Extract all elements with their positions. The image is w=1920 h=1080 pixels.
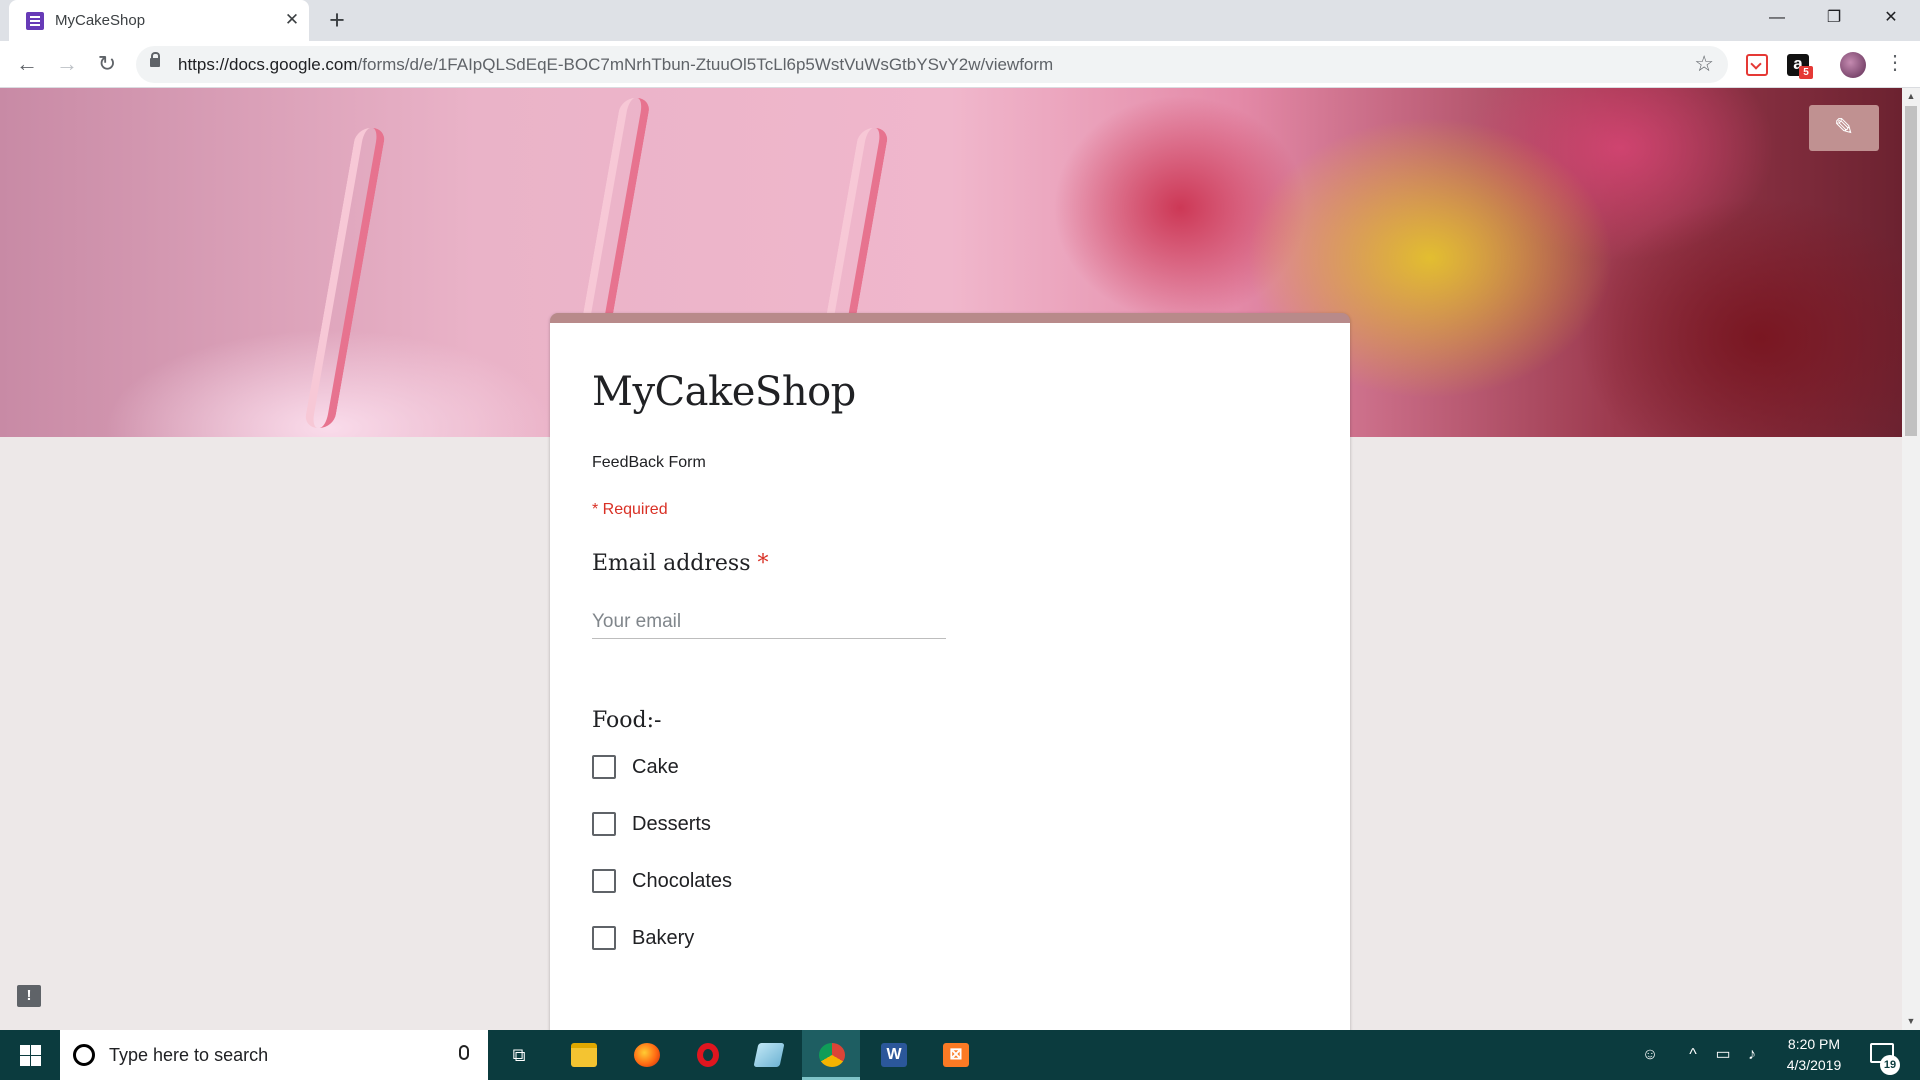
page-scrollbar[interactable]: ▲ ▼ xyxy=(1902,88,1920,1030)
candle-decoration xyxy=(303,128,387,428)
checkbox[interactable] xyxy=(592,869,616,893)
scroll-down-arrow-icon[interactable]: ▼ xyxy=(1902,1013,1920,1030)
windows-taskbar: Type here to search ⧉ W ⊠ ☺ ^ ▭ ♪ 8:20 P… xyxy=(0,1030,1920,1080)
lock-icon[interactable] xyxy=(150,52,160,67)
form-card: MyCakeShop FeedBack Form * Required Emai… xyxy=(550,313,1350,1030)
email-question-title: Email address * xyxy=(592,551,769,576)
tab-strip: MyCakeShop ✕ + — ❐ ✕ xyxy=(0,0,1920,41)
report-feedback-icon[interactable]: ! xyxy=(17,985,41,1007)
close-window-button[interactable]: ✕ xyxy=(1868,0,1914,36)
edit-icon[interactable]: ✎ xyxy=(1809,105,1879,151)
required-note: * Required xyxy=(592,501,668,518)
notepad-icon[interactable] xyxy=(739,1030,797,1080)
chrome-icon[interactable] xyxy=(802,1030,860,1080)
reload-icon[interactable]: ↻ xyxy=(92,49,122,79)
file-explorer-icon[interactable] xyxy=(554,1030,612,1080)
clock-date: 4/3/2019 xyxy=(1786,1057,1842,1073)
opera-icon[interactable] xyxy=(678,1030,736,1080)
battery-icon[interactable]: ▭ xyxy=(1710,1030,1736,1080)
windows-start-icon[interactable] xyxy=(0,1030,60,1080)
cortana-icon[interactable] xyxy=(73,1044,95,1066)
xampp-icon[interactable]: ⊠ xyxy=(926,1030,984,1080)
option-label: Bakery xyxy=(632,927,695,949)
back-icon[interactable]: ← xyxy=(12,49,42,79)
required-asterisk: * xyxy=(757,551,769,576)
form-description: FeedBack Form xyxy=(592,454,706,471)
browser-toolbar: ← → ↻ https://docs.google.com/forms/d/e/… xyxy=(0,41,1920,88)
task-view-icon[interactable]: ⧉ xyxy=(508,1045,530,1065)
email-field[interactable] xyxy=(592,605,946,639)
checkbox[interactable] xyxy=(592,926,616,950)
forward-icon[interactable]: → xyxy=(52,49,82,79)
page-title: MyCakeShop xyxy=(592,369,856,415)
clock-time: 8:20 PM xyxy=(1787,1036,1841,1052)
volume-icon[interactable]: ♪ xyxy=(1740,1030,1764,1080)
scroll-up-arrow-icon[interactable]: ▲ xyxy=(1902,88,1920,105)
restore-button[interactable]: ❐ xyxy=(1811,0,1857,36)
tab-close-icon[interactable]: ✕ xyxy=(281,9,303,31)
checkbox[interactable] xyxy=(592,812,616,836)
star-icon[interactable]: ☆ xyxy=(1694,51,1714,77)
food-question-title: Food:- xyxy=(592,708,662,733)
scroll-thumb[interactable] xyxy=(1905,106,1917,436)
avatar[interactable] xyxy=(1840,52,1866,78)
option-label: Chocolates xyxy=(632,870,733,892)
option-label: Desserts xyxy=(632,813,711,835)
browser-tab[interactable]: MyCakeShop ✕ xyxy=(9,0,309,41)
amazon-icon[interactable]: a5 xyxy=(1787,54,1813,79)
notification-count-badge: 19 xyxy=(1880,1055,1900,1075)
candle-decoration xyxy=(578,98,652,338)
firefox-icon[interactable] xyxy=(617,1030,675,1080)
minimize-button[interactable]: — xyxy=(1754,0,1800,36)
taskbar-search-box[interactable]: Type here to search xyxy=(60,1030,488,1080)
checkbox[interactable] xyxy=(592,755,616,779)
chevron-up-icon[interactable]: ^ xyxy=(1682,1030,1704,1080)
microphone-icon[interactable] xyxy=(459,1045,469,1060)
word-icon[interactable]: W xyxy=(864,1030,922,1080)
address-bar[interactable]: https://docs.google.com/forms/d/e/1FAIpQ… xyxy=(136,46,1728,83)
url-text[interactable]: https://docs.google.com/forms/d/e/1FAIpQ… xyxy=(178,55,1053,75)
pocket-icon[interactable] xyxy=(1746,54,1768,76)
system-clock[interactable]: 8:20 PM 4/3/2019 xyxy=(1768,1034,1860,1076)
google-forms-icon xyxy=(26,12,44,30)
people-icon[interactable]: ☺ xyxy=(1636,1030,1664,1080)
amazon-badge: 5 xyxy=(1799,66,1813,79)
new-tab-button[interactable]: + xyxy=(323,6,351,34)
search-placeholder: Type here to search xyxy=(109,1045,269,1065)
option-label: Cake xyxy=(632,756,679,778)
page-viewport: ✎ MyCakeShop FeedBack Form * Required Em… xyxy=(0,88,1902,1030)
menu-icon[interactable]: ⋮ xyxy=(1885,50,1905,75)
tab-title: MyCakeShop xyxy=(55,12,146,29)
